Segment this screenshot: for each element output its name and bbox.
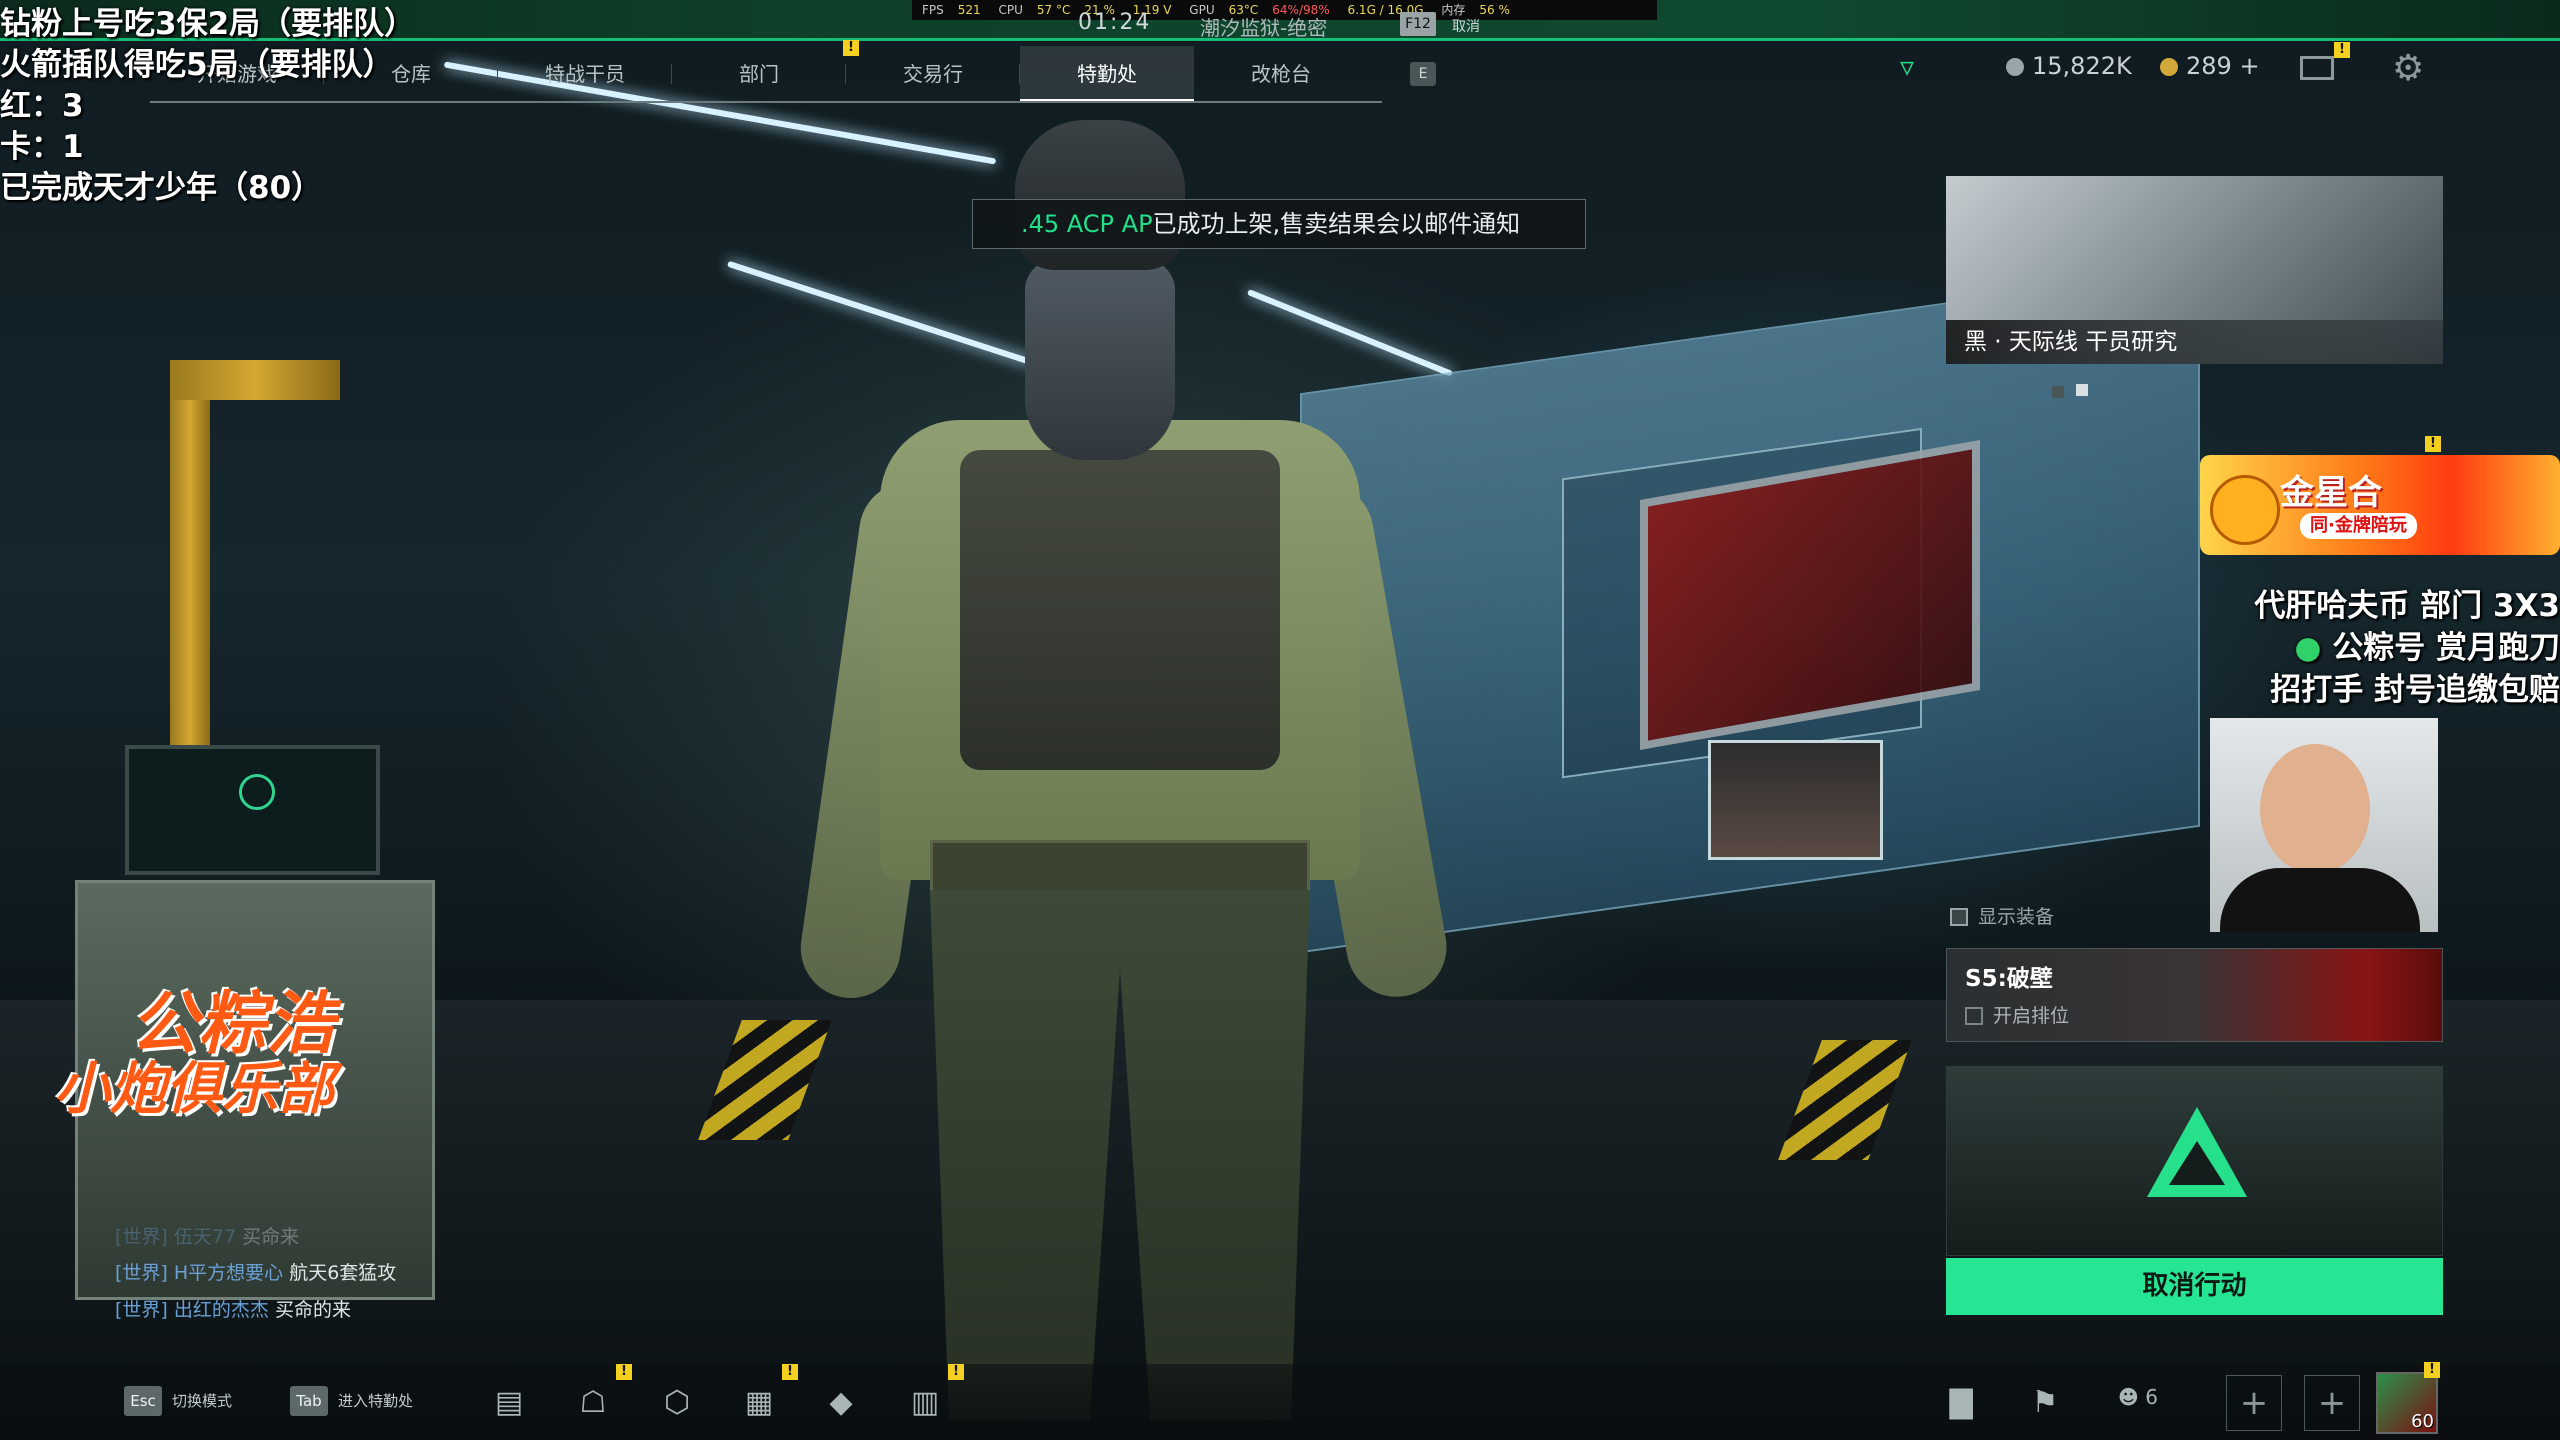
player-avatar[interactable]: 60 [2376,1372,2438,1434]
banner-pager-dot-active[interactable] [2076,384,2088,396]
hologram-portrait [1708,740,1883,860]
wechat-icon: ● [2294,630,2322,666]
overlay-line: 红：3 [0,88,84,124]
bond-icon [2160,58,2178,76]
banner-label: 黑 · 天际线 干员研究 [1946,320,2443,364]
item-name: .45 ACP AP [1021,210,1153,238]
notification-text: 已成功上架,售卖结果会以邮件通知 [1152,210,1521,238]
warning-icon: ! [2424,1362,2440,1378]
warning-icon: ! [948,1364,964,1380]
ad-line-2: ● 公粽号 赏月跑刀 [2294,630,2560,666]
warning-icon: ! [2425,436,2441,452]
operator-character [794,120,1455,1420]
overlay-line: 火箭插队得吃5局（要排队） [0,47,394,83]
stream-overlay-text: 钻粉上号吃3保2局（要排队） 火箭插队得吃5局（要排队） 红：3 卡：1 已完成… [0,4,415,209]
chat-message: [世界] 出红的杰杰 买命的来 [115,1299,351,1321]
warning-icon: ! [616,1364,632,1380]
gear-icon[interactable]: ⚙ [2392,48,2424,89]
tab-trading[interactable]: 交易行 [846,46,1020,102]
badge-icon[interactable]: ◆ [820,1385,862,1421]
cancel-action-button[interactable]: 取消行动 [1946,1258,2443,1315]
chat-message: [世界] 伍天77 买命来 [115,1226,300,1248]
friends-button[interactable]: ☻ 6 [2118,1385,2158,1409]
stats-icon[interactable]: ▇ [1940,1385,1982,1421]
checkbox-icon [1965,1007,1983,1025]
coin-icon [2006,58,2024,76]
player-level: 60 [2411,1411,2434,1432]
f12-key-hint[interactable]: F12 [1400,12,1436,36]
chat-message: [世界] H平方想要心 航天6套猛攻 [115,1262,397,1284]
invite-slot-button[interactable]: + [2226,1375,2282,1431]
promo-subtitle: 同·金牌陪玩 [2300,513,2417,539]
friends-icon: ☻ [2118,1385,2139,1409]
tab-operators[interactable]: 特战干员 [498,46,672,102]
chat-icon[interactable]: ▤ [488,1385,530,1421]
promo-title: 金星合 [2280,473,2382,513]
sale-notification: .45 ACP AP已成功上架,售卖结果会以邮件通知 [972,199,1586,249]
checkbox-icon [1950,908,1968,926]
overlay-line: 卡：1 [0,129,84,165]
yellow-pipe [170,360,340,400]
mail-icon[interactable] [2300,56,2334,80]
laptop-prop [125,745,380,875]
e-key-hint[interactable]: E [1410,62,1436,86]
show-equipment-toggle[interactable]: 显示装备 [1950,902,2054,929]
webcam-feed [2210,718,2438,932]
yellow-pipe [170,360,210,780]
ad-line-3: 招打手 封号追缴包赔 [2270,672,2560,708]
sponsor-promo: 金星合 同·金牌陪玩 [2200,455,2560,555]
mascot-icon [2210,475,2280,545]
ranked-toggle[interactable]: 开启排位 [1965,1001,2069,1028]
match-timer: 01:24 [1078,10,1152,35]
invite-slot-button[interactable]: + [2304,1375,2360,1431]
enter-special-ops-button[interactable]: Tab 进入特勤处 [290,1384,413,1418]
f12-key-label: 取消 [1452,19,1480,35]
map-name: 潮汐监狱-绝密 [1200,16,1328,40]
warning-icon: ! [782,1364,798,1380]
overlay-line: 已完成天才少年（80） [0,170,323,206]
ad-line-1: 代肝哈夫币 部门 3X3 [2254,588,2560,624]
currency-display[interactable]: 15,822K [2006,52,2132,80]
tab-special-ops[interactable]: 特勤处 [1020,46,1194,102]
banner-pager-dot[interactable] [2052,386,2064,398]
wifi-icon: ▿ [1900,50,1915,83]
calendar-icon[interactable]: ▥ [904,1385,946,1421]
tab-department[interactable]: 部门 [672,46,846,102]
bond-display[interactable]: 289 + [2160,52,2260,80]
streamer-club-logo: 小炮俱乐部 [54,1057,334,1122]
overlay-line: 钻粉上号吃3保2局（要排队） [0,6,416,42]
gift-icon[interactable]: ☖ [572,1385,614,1421]
warning-icon: ! [2334,42,2350,58]
event-banner[interactable]: 黑 · 天际线 干员研究 [1946,176,2443,364]
warning-icon: ! [843,40,859,56]
switch-mode-button[interactable]: Esc 切换模式 [124,1384,232,1418]
mode-preview[interactable] [1946,1066,2443,1256]
tab-gunsmith[interactable]: 改枪台 [1194,46,1368,102]
cart-icon[interactable]: ▦ [738,1385,780,1421]
season-title: S5:破壁 [1965,966,2053,992]
season-panel[interactable]: S5:破壁 开启排位 [1946,948,2443,1042]
flag-icon[interactable]: ⚑ [2024,1385,2066,1421]
shield-icon[interactable]: ⬡ [656,1385,698,1421]
